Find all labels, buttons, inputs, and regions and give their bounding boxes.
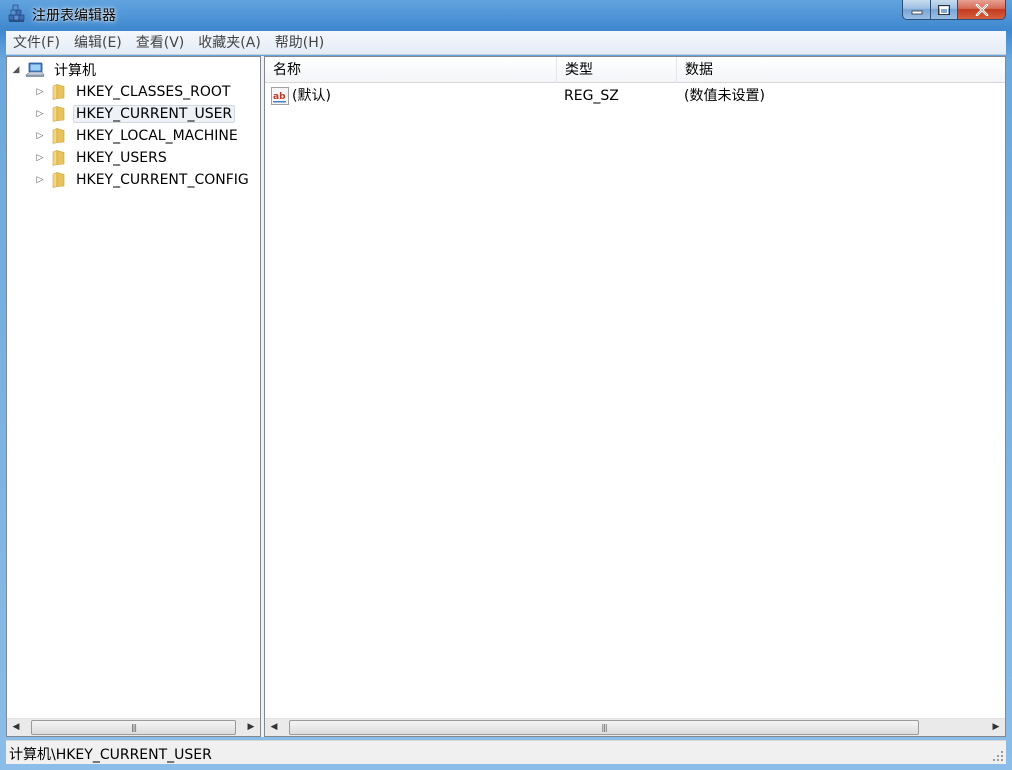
folder-icon [52, 128, 65, 144]
tree-item-label: 计算机 [54, 63, 96, 79]
column-header-type[interactable]: 类型 [557, 57, 677, 83]
scrollbar-thumb[interactable]: ||| [31, 720, 236, 735]
close-icon [975, 3, 988, 16]
status-path: 计算机\HKEY_CURRENT_USER [9, 747, 212, 763]
list-item[interactable]: ab (默认) REG_SZ (数值未设置) [265, 85, 1005, 107]
menu-view[interactable]: 查看(V) [129, 32, 192, 54]
tree-item-hkey-users[interactable]: ▷ HKEY_USERS [35, 147, 170, 169]
tree-item-label: HKEY_LOCAL_MACHINE [76, 128, 238, 144]
maximize-icon [938, 4, 950, 15]
minimize-icon [911, 10, 922, 14]
registry-editor-icon [8, 4, 25, 22]
tree-item-hkey-current-user[interactable]: ▷ HKEY_CURRENT_USER [35, 103, 236, 125]
tree-horizontal-scrollbar[interactable]: ◀ ||| ▶ [7, 718, 260, 736]
scrollbar-thumb[interactable]: ||| [289, 720, 919, 735]
registry-editor-window: 注册表编辑器 文件(F) 编辑(E) 查看(V) 收藏夹(A) 帮助(H) ◢ … [0, 0, 1012, 770]
folder-icon [52, 172, 65, 188]
value-list-pane[interactable]: 名称 类型 数据 ab (默认) REG_SZ (数值未设置) ◀ ||| ▶ [264, 56, 1006, 737]
scroll-right-icon[interactable]: ▶ [242, 719, 260, 736]
caption-buttons [902, 0, 1006, 20]
title-bar[interactable]: 注册表编辑器 [0, 0, 1012, 30]
folder-icon [52, 150, 65, 166]
column-header-data[interactable]: 数据 [677, 57, 1005, 83]
menu-help[interactable]: 帮助(H) [268, 32, 331, 54]
maximize-button[interactable] [931, 0, 958, 20]
tree-item-hkey-current-config[interactable]: ▷ HKEY_CURRENT_CONFIG [35, 169, 252, 191]
expand-arrow-icon[interactable]: ▷ [35, 131, 45, 141]
menu-favorites[interactable]: 收藏夹(A) [191, 32, 268, 54]
close-button[interactable] [958, 0, 1006, 20]
folder-icon [52, 106, 65, 122]
minimize-button[interactable] [902, 0, 931, 20]
tree-item-hkey-local-machine[interactable]: ▷ HKEY_LOCAL_MACHINE [35, 125, 241, 147]
expand-arrow-icon[interactable]: ▷ [35, 87, 45, 97]
tree-item-label: HKEY_CURRENT_CONFIG [76, 172, 249, 188]
scroll-left-icon[interactable]: ◀ [7, 719, 25, 736]
scroll-right-icon[interactable]: ▶ [987, 719, 1005, 736]
value-type: REG_SZ [564, 88, 619, 104]
value-name: (默认) [292, 88, 331, 104]
folder-icon [52, 84, 65, 100]
tree-item-label: HKEY_CLASSES_ROOT [76, 84, 231, 100]
expand-arrow-icon[interactable]: ▷ [35, 153, 45, 163]
tree-item-hkey-classes-root[interactable]: ▷ HKEY_CLASSES_ROOT [35, 81, 233, 103]
window-title: 注册表编辑器 [32, 8, 116, 24]
computer-icon [25, 62, 45, 77]
tree-item-computer[interactable]: ◢ 计算机 [11, 59, 99, 81]
key-tree-pane[interactable]: ◢ 计算机 ▷ HKEY_CLASSES_ROOT ▷ HKEY_CURRENT… [6, 56, 261, 737]
expand-arrow-icon[interactable]: ▷ [35, 109, 45, 119]
menu-file[interactable]: 文件(F) [6, 32, 67, 54]
scroll-left-icon[interactable]: ◀ [265, 719, 283, 736]
string-value-icon: ab [271, 87, 289, 105]
column-header-name[interactable]: 名称 [265, 57, 557, 83]
resize-grip-icon[interactable] [992, 750, 1004, 762]
list-header: 名称 类型 数据 [265, 57, 1005, 83]
list-horizontal-scrollbar[interactable]: ◀ ||| ▶ [265, 718, 1005, 736]
svg-text:ab: ab [273, 92, 286, 102]
expand-arrow-icon[interactable]: ▷ [35, 175, 45, 185]
status-bar: 计算机\HKEY_CURRENT_USER [6, 740, 1006, 764]
value-data: (数值未设置) [684, 88, 765, 104]
menu-bar: 文件(F) 编辑(E) 查看(V) 收藏夹(A) 帮助(H) [6, 31, 1006, 55]
collapse-arrow-icon[interactable]: ◢ [11, 65, 21, 75]
tree-item-label: HKEY_USERS [76, 150, 167, 166]
tree-item-label: HKEY_CURRENT_USER [73, 105, 236, 123]
menu-edit[interactable]: 编辑(E) [67, 32, 129, 54]
